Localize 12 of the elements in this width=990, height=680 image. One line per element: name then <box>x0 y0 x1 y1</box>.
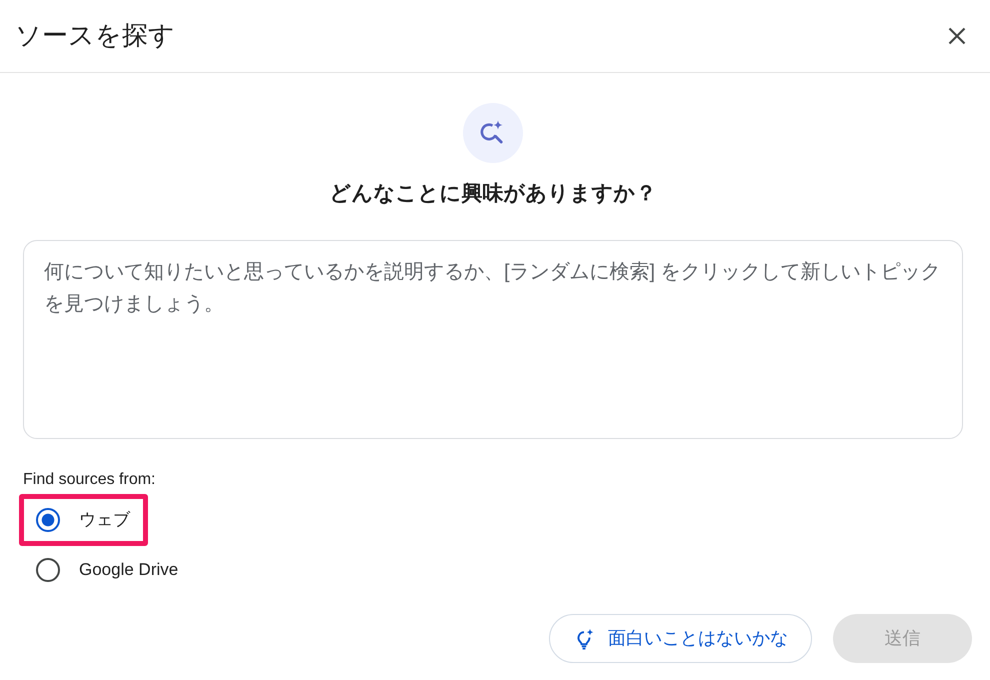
close-icon <box>948 27 966 45</box>
radio-button[interactable] <box>36 508 60 532</box>
prompt-heading: どんなことに興味がありますか？ <box>328 181 658 206</box>
lightbulb-icon <box>575 628 595 650</box>
radio-button[interactable] <box>36 558 60 582</box>
search-sparkle-icon <box>463 103 523 163</box>
suggest-button[interactable]: 面白いことはないかな <box>549 614 812 664</box>
radio-label: ウェブ <box>79 509 130 532</box>
radio-label: Google Drive <box>79 559 178 582</box>
sources-label: Find sources from: <box>23 470 156 490</box>
dialog-title: ソースを探す <box>15 20 175 52</box>
query-field[interactable]: 何について知りたいと思っているかを説明するか、[ランダムに検索] をクリックして新しいトピックを見つけましょう。 <box>23 240 963 440</box>
